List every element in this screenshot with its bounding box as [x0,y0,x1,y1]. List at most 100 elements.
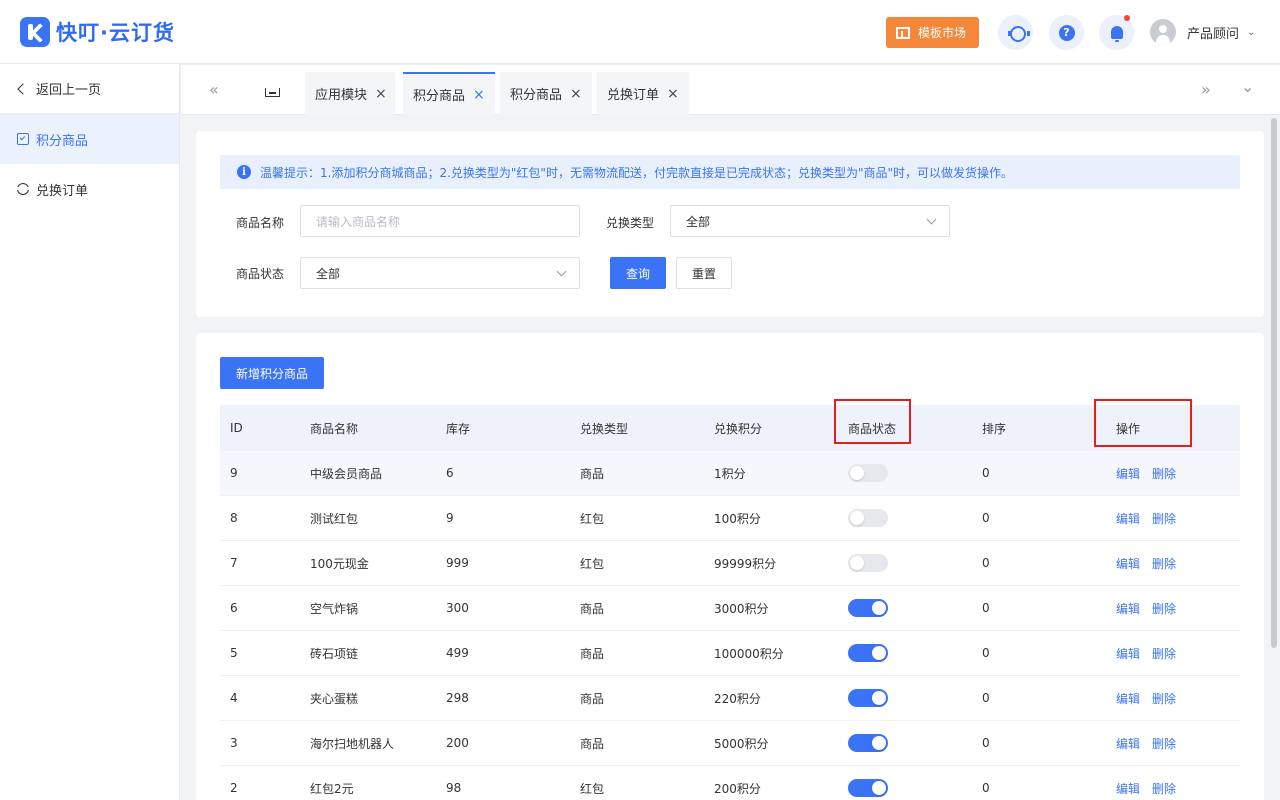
status-toggle[interactable] [848,779,888,797]
chevron-down-icon: ⌄ [1247,26,1256,38]
delete-link[interactable]: 删除 [1152,645,1176,662]
query-button[interactable]: 查询 [610,257,666,289]
edit-link[interactable]: 编辑 [1116,735,1140,752]
app-logo[interactable]: 快叮·云订货 [20,17,175,47]
delete-link[interactable]: 删除 [1152,555,1176,572]
reset-button[interactable]: 重置 [676,257,732,289]
chevron-down-icon[interactable]: ⌄ [1241,77,1254,96]
table-panel: 新增积分商品 ID 商品名称 库存 兑换类型 兑换积分 商品状态 排序 操作 9… [196,333,1264,800]
close-icon[interactable]: × [375,86,387,102]
filter-panel: i 温馨提示：1.添加积分商城商品；2.兑换类型为"红包"时，无需物流配送，付完… [196,131,1264,317]
cell-actions: 编辑 删除 [1116,496,1188,540]
delete-link[interactable]: 删除 [1152,690,1176,707]
cell-points: 1积分 [714,466,746,481]
delete-link[interactable]: 删除 [1152,510,1176,527]
edit-link[interactable]: 编辑 [1116,465,1140,482]
top-header: 快叮·云订货 模板市场 ? 产品顾问 ⌄ [0,0,1280,64]
table-row: 6 空气炸锅 300 商品 3000积分 0 编辑 删除 [220,586,1240,631]
product-status-select[interactable]: 全部 [300,257,580,289]
product-name-label: 商品名称 [236,216,285,230]
cell-type: 商品 [580,466,605,481]
tab-app-module[interactable]: 应用模块 × [305,72,395,115]
tab-points-goods-active[interactable]: 积分商品 × [403,72,495,115]
edit-link[interactable]: 编辑 [1116,555,1140,572]
cell-name: 空气炸锅 [310,601,359,616]
headset-icon [1007,25,1030,42]
cell-status [848,676,888,720]
close-icon[interactable]: × [667,86,679,102]
tab-exchange-orders[interactable]: 兑换订单 × [597,72,689,115]
cell-status [848,496,888,540]
home-icon[interactable] [264,81,281,98]
table-row: 4 夹心蛋糕 298 商品 220积分 0 编辑 删除 [220,676,1240,721]
points-products-table: ID 商品名称 库存 兑换类型 兑换积分 商品状态 排序 操作 9 中级会员商品 6… [220,405,1240,800]
sidebar-item-points-goods[interactable]: 积分商品 [0,114,179,164]
edit-link[interactable]: 编辑 [1116,780,1140,797]
cell-points: 5000积分 [714,736,769,751]
avatar [1150,19,1176,45]
cell-stock: 6 [446,466,454,480]
add-points-product-button[interactable]: 新增积分商品 [220,357,324,389]
cell-status [848,631,888,675]
double-chevron-left-icon[interactable]: « [209,80,219,99]
help-icon: ? [1058,24,1075,41]
status-toggle[interactable] [848,464,888,482]
cell-name: 砖石项链 [310,646,359,661]
cell-stock: 98 [446,781,462,795]
table-row: 2 红包2元 98 红包 200积分 0 编辑 删除 [220,766,1240,800]
delete-link[interactable]: 删除 [1152,600,1176,617]
status-toggle[interactable] [848,734,888,752]
cell-points: 3000积分 [714,601,769,616]
edit-link[interactable]: 编辑 [1116,600,1140,617]
edit-link[interactable]: 编辑 [1116,690,1140,707]
back-button[interactable]: 返回上一页 [0,64,179,114]
cell-id: 6 [230,601,238,615]
close-icon[interactable]: × [473,87,485,103]
product-status-label: 商品状态 [236,267,285,281]
cell-points: 200积分 [714,781,761,796]
notification-button[interactable] [1099,15,1134,50]
chevron-down-icon [556,266,567,277]
double-chevron-right-icon[interactable]: » [1201,80,1211,99]
sidebar-item-exchange-orders[interactable]: 兑换订单 [0,164,179,214]
status-toggle[interactable] [848,689,888,707]
cell-actions: 编辑 删除 [1116,676,1188,720]
user-menu[interactable]: 产品顾问 ⌄ [1150,19,1255,45]
template-market-button[interactable]: 模板市场 [886,17,979,48]
chevron-left-icon [17,82,29,95]
cell-type: 商品 [580,646,605,661]
app-name: 快叮·云订货 [56,21,175,45]
edit-link[interactable]: 编辑 [1116,645,1140,662]
tab-points-goods[interactable]: 积分商品 × [500,72,592,115]
page-scrollbar[interactable] [1271,118,1277,648]
cell-points: 100积分 [714,511,761,526]
edit-link[interactable]: 编辑 [1116,510,1140,527]
column-header: 商品名称 [310,421,359,436]
exchange-type-select[interactable]: 全部 [670,205,950,237]
delete-link[interactable]: 删除 [1152,780,1176,797]
cell-type: 商品 [580,691,605,706]
status-toggle[interactable] [848,509,888,527]
customer-service-button[interactable] [998,15,1033,50]
delete-link[interactable]: 删除 [1152,735,1176,752]
cell-actions: 编辑 删除 [1116,586,1188,630]
cell-points: 220积分 [714,691,761,706]
info-icon: i [237,165,251,179]
status-toggle[interactable] [848,599,888,617]
cell-points: 100000积分 [714,646,784,661]
cell-stock: 200 [446,736,469,750]
template-icon [896,26,910,39]
cell-type: 商品 [580,736,605,751]
logo-icon [20,17,50,47]
tip-text: 温馨提示：1.添加积分商城商品；2.兑换类型为"红包"时，无需物流配送，付完款直… [260,165,1013,180]
status-toggle[interactable] [848,644,888,662]
cell-sort: 0 [982,781,990,795]
column-header: 排序 [982,421,1007,436]
delete-link[interactable]: 删除 [1152,465,1176,482]
cell-id: 8 [230,511,238,525]
product-name-input[interactable]: 请输入商品名称 [300,205,580,237]
close-icon[interactable]: × [570,86,582,102]
status-column-highlight [834,399,911,444]
help-button[interactable]: ? [1049,15,1084,50]
status-toggle[interactable] [848,554,888,572]
